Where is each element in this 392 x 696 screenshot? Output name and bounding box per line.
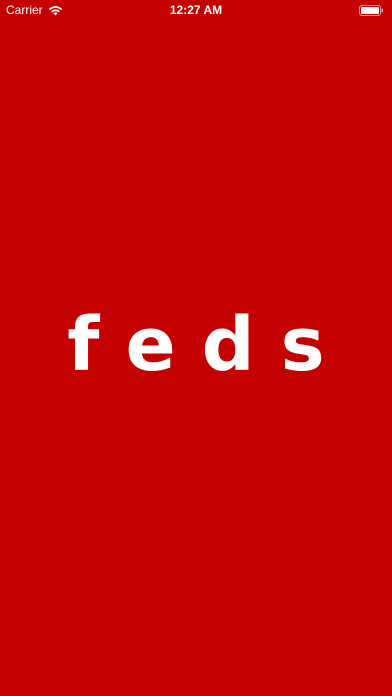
status-bar: Carrier 12:27 AM xyxy=(0,0,392,22)
status-time: 12:27 AM xyxy=(169,3,223,17)
battery-icon xyxy=(359,5,384,16)
app-logo: feds xyxy=(67,302,351,388)
